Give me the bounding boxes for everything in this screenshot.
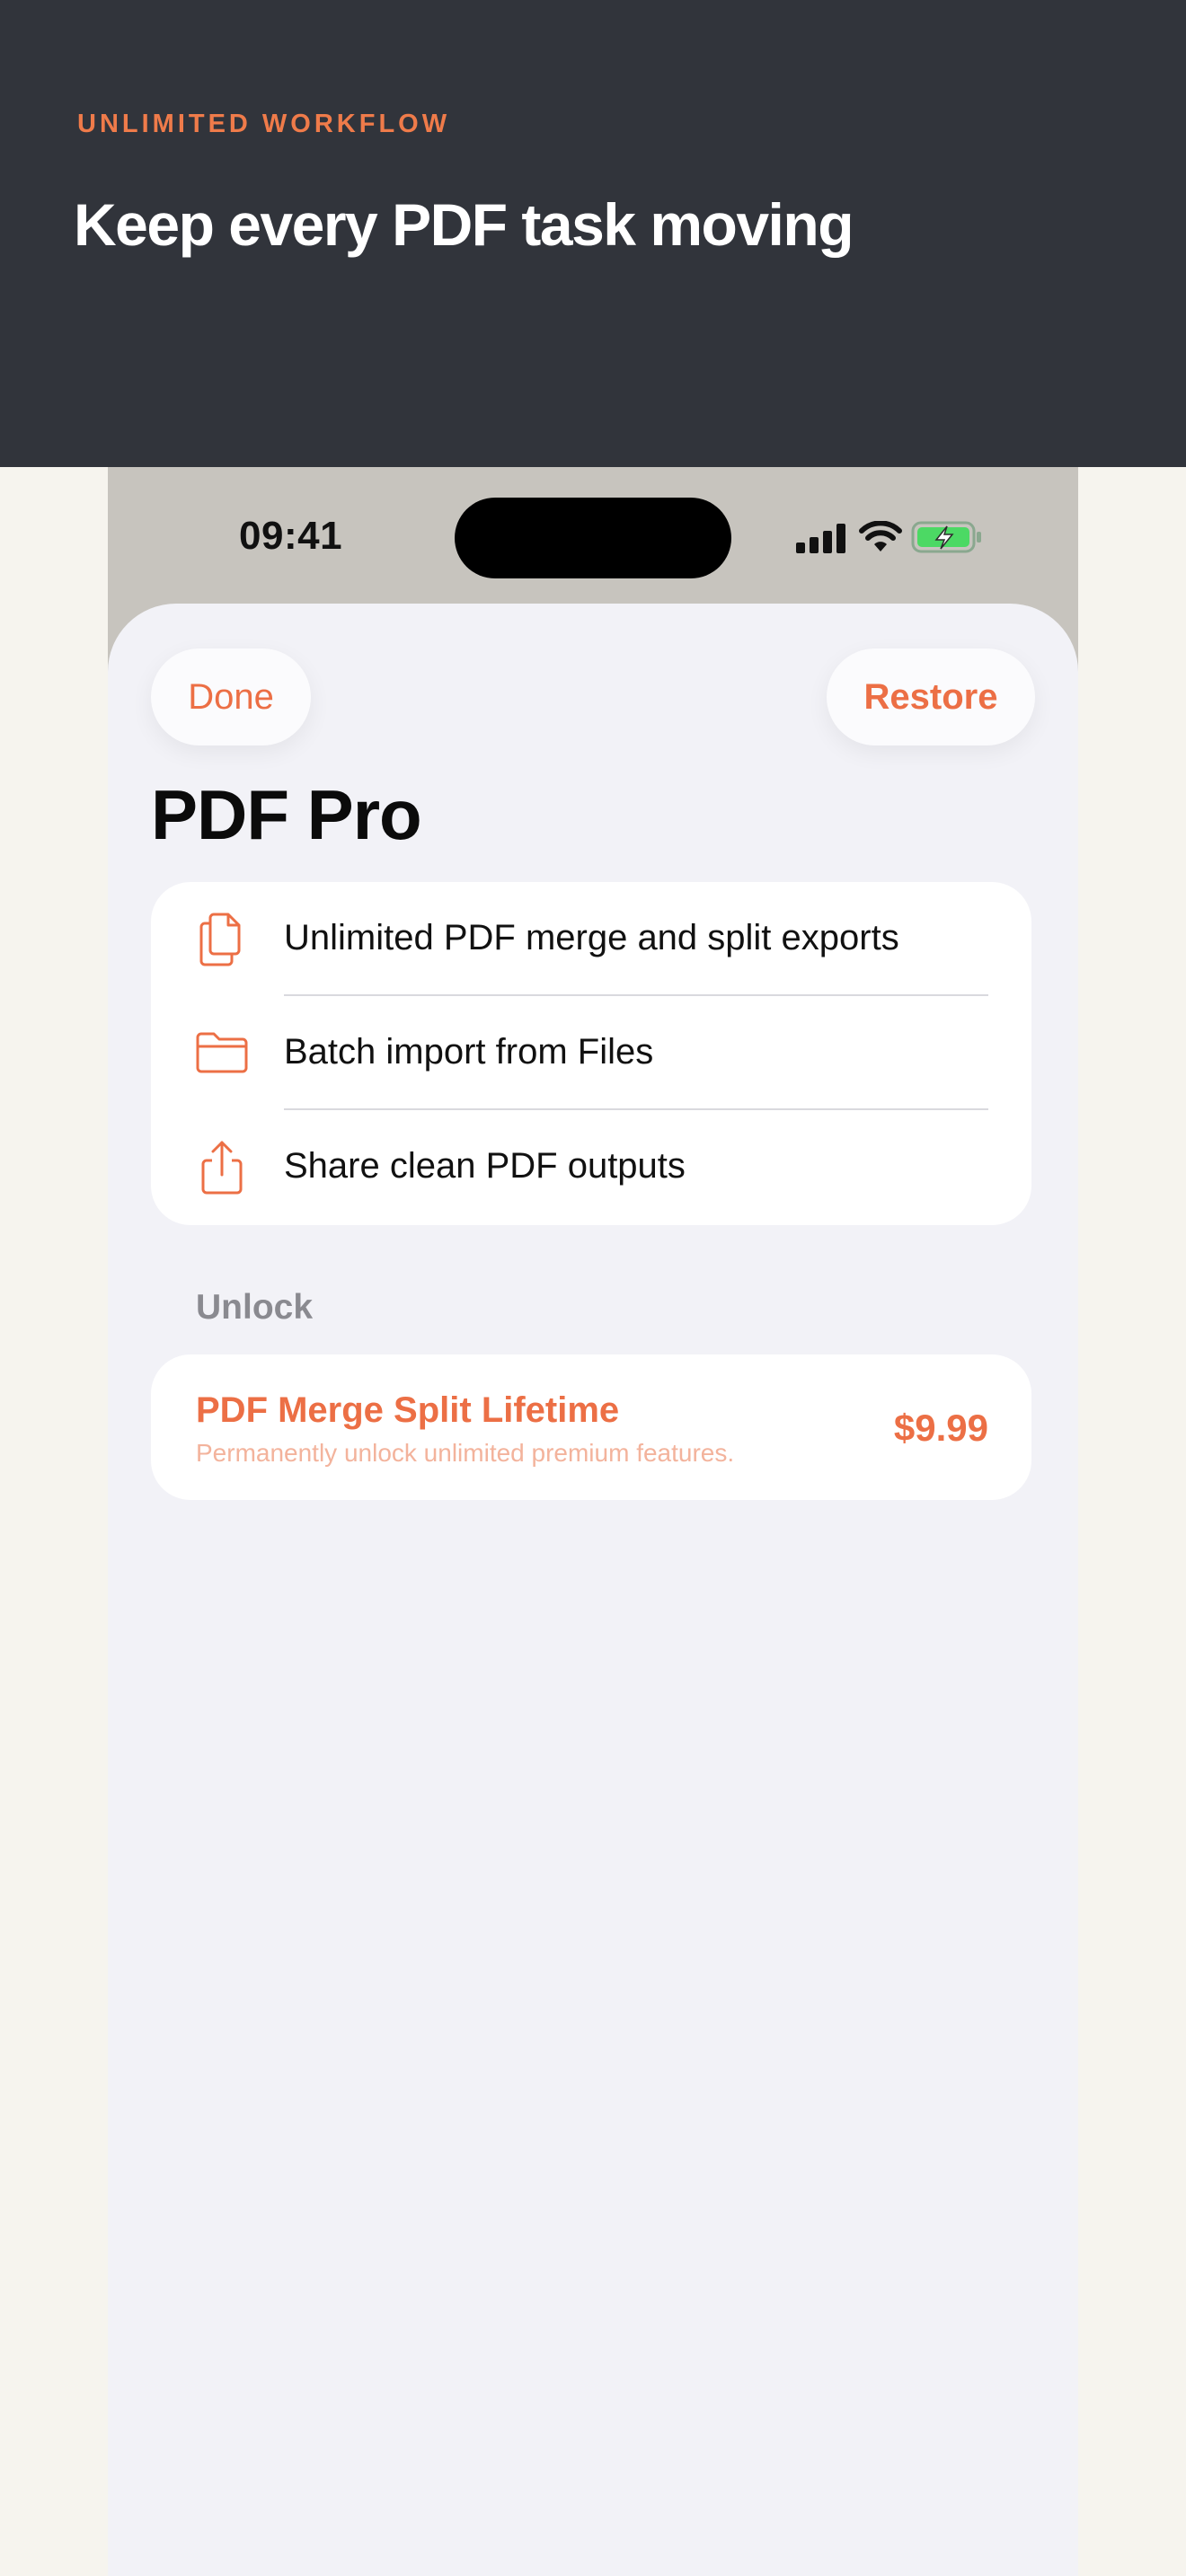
feature-row: Unlimited PDF merge and split exports — [151, 882, 1031, 996]
banner-eyebrow: UNLIMITED WORKFLOW — [77, 110, 451, 138]
banner-headline: Keep every PDF task moving — [74, 191, 854, 258]
feature-label: Share clean PDF outputs — [284, 1146, 686, 1186]
done-button[interactable]: Done — [151, 648, 311, 745]
product-price: $9.99 — [893, 1407, 988, 1449]
battery-charging-icon — [911, 521, 981, 553]
wifi-icon — [859, 521, 902, 551]
feature-row: Batch import from Files — [151, 996, 1031, 1110]
feature-label: Batch import from Files — [284, 1032, 654, 1072]
dynamic-island — [455, 498, 731, 578]
phone-screen: 09:41 Done Restore PDF Pro Unlimited PDF… — [108, 467, 1078, 2576]
restore-button[interactable]: Restore — [827, 648, 1035, 745]
feature-row: Share clean PDF outputs — [151, 1110, 1031, 1224]
product-description: Permanently unlock unlimited premium fea… — [196, 1439, 735, 1467]
folder-icon — [196, 1032, 248, 1073]
features-card: Unlimited PDF merge and split exports Ba… — [151, 882, 1031, 1225]
section-header-unlock: Unlock — [196, 1288, 314, 1327]
documents-icon — [199, 913, 241, 966]
cellular-signal-icon — [796, 524, 845, 553]
promo-banner: UNLIMITED WORKFLOW Keep every PDF task m… — [0, 0, 1186, 467]
feature-label: Unlimited PDF merge and split exports — [284, 918, 899, 957]
lifetime-product-row[interactable]: PDF Merge Split Lifetime Permanently unl… — [151, 1354, 1031, 1500]
share-icon — [201, 1141, 243, 1195]
product-name: PDF Merge Split Lifetime — [196, 1390, 620, 1430]
status-time: 09:41 — [239, 514, 343, 558]
sheet-title: PDF Pro — [151, 775, 422, 854]
paywall-sheet: Done Restore PDF Pro Unlimited PDF merge… — [108, 604, 1078, 2576]
